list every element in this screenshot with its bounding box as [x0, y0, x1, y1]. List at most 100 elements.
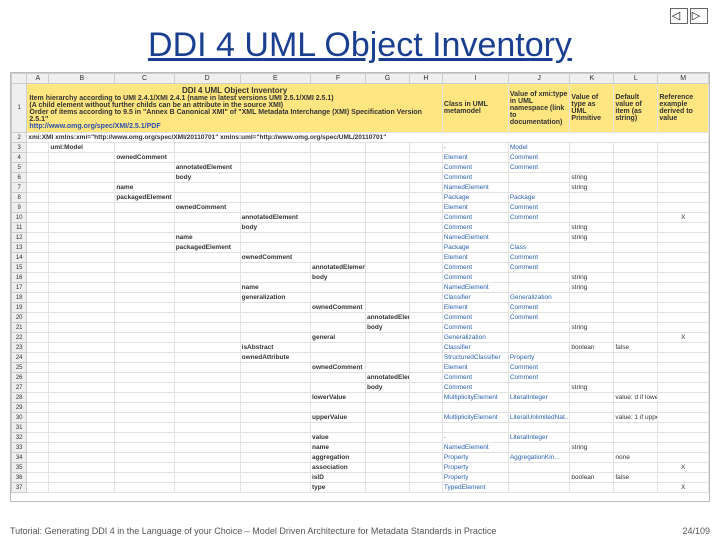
cell[interactable]: [658, 323, 709, 333]
cell[interactable]: [658, 273, 709, 283]
cell[interactable]: [27, 413, 49, 423]
cell[interactable]: [174, 463, 240, 473]
cell[interactable]: [365, 263, 409, 273]
cell[interactable]: [115, 263, 174, 273]
cell[interactable]: [365, 303, 409, 313]
cell[interactable]: [240, 333, 310, 343]
cell[interactable]: [27, 383, 49, 393]
cell[interactable]: [570, 413, 614, 423]
cell[interactable]: [409, 423, 442, 433]
cell[interactable]: [27, 153, 49, 163]
cell[interactable]: [614, 293, 658, 303]
cell[interactable]: annotatedElement: [365, 373, 409, 383]
cell[interactable]: [658, 393, 709, 403]
cell[interactable]: body: [365, 323, 409, 333]
cell[interactable]: ownedComment: [311, 303, 366, 313]
row-number[interactable]: 8: [12, 193, 27, 203]
cell[interactable]: Comment: [508, 303, 570, 313]
cell[interactable]: [311, 313, 366, 323]
col-header[interactable]: D: [174, 74, 240, 84]
cell[interactable]: [27, 173, 49, 183]
cell[interactable]: [311, 203, 366, 213]
cell[interactable]: annotatedElement: [240, 213, 310, 223]
cell[interactable]: [49, 293, 115, 303]
cell[interactable]: [115, 343, 174, 353]
row-number[interactable]: 34: [12, 453, 27, 463]
cell[interactable]: [409, 433, 442, 443]
cell[interactable]: boolean: [570, 473, 614, 483]
cell[interactable]: -: [442, 433, 508, 443]
cell[interactable]: Comment: [442, 263, 508, 273]
cell[interactable]: [570, 163, 614, 173]
row-number[interactable]: 12: [12, 233, 27, 243]
cell[interactable]: Comment: [442, 173, 508, 183]
col-header[interactable]: G: [365, 74, 409, 84]
cell[interactable]: [49, 393, 115, 403]
cell[interactable]: [27, 143, 49, 153]
cell[interactable]: [174, 453, 240, 463]
cell[interactable]: [27, 163, 49, 173]
cell[interactable]: [240, 453, 310, 463]
cell[interactable]: [49, 373, 115, 383]
cell[interactable]: X: [658, 483, 709, 493]
col-header[interactable]: F: [311, 74, 366, 84]
cell[interactable]: [49, 193, 115, 203]
cell[interactable]: [27, 253, 49, 263]
cell[interactable]: [240, 483, 310, 493]
sheet-link[interactable]: http://www.omg.org/spec/XMI/2.5.1/PDF: [29, 123, 440, 130]
cell[interactable]: AggregationKin...: [508, 453, 570, 463]
cell[interactable]: [614, 173, 658, 183]
cell[interactable]: [658, 203, 709, 213]
cell[interactable]: [174, 353, 240, 363]
cell[interactable]: body: [174, 173, 240, 183]
cell[interactable]: [49, 473, 115, 483]
cell[interactable]: [49, 303, 115, 313]
cell[interactable]: [311, 233, 366, 243]
row-number[interactable]: 7: [12, 183, 27, 193]
cell[interactable]: [240, 423, 310, 433]
cell[interactable]: [409, 183, 442, 193]
cell[interactable]: general: [311, 333, 366, 343]
cell[interactable]: [311, 293, 366, 303]
cell[interactable]: [240, 443, 310, 453]
row-number[interactable]: 31: [12, 423, 27, 433]
cell[interactable]: [115, 443, 174, 453]
cell[interactable]: [49, 233, 115, 243]
cell[interactable]: [27, 283, 49, 293]
row-number[interactable]: 9: [12, 203, 27, 213]
cell[interactable]: [365, 273, 409, 283]
cell[interactable]: [570, 313, 614, 323]
cell[interactable]: [614, 323, 658, 333]
cell[interactable]: packagedElement: [115, 193, 174, 203]
cell[interactable]: [27, 363, 49, 373]
cell[interactable]: [365, 363, 409, 373]
cell[interactable]: [311, 193, 366, 203]
cell[interactable]: string: [570, 273, 614, 283]
cell[interactable]: [365, 403, 409, 413]
row-number[interactable]: 23: [12, 343, 27, 353]
cell[interactable]: [409, 233, 442, 243]
row-number[interactable]: 11: [12, 223, 27, 233]
cell[interactable]: [614, 333, 658, 343]
cell[interactable]: [115, 383, 174, 393]
cell[interactable]: [409, 373, 442, 383]
cell[interactable]: [614, 183, 658, 193]
cell[interactable]: [240, 203, 310, 213]
cell[interactable]: [658, 423, 709, 433]
cell[interactable]: [409, 163, 442, 173]
cell[interactable]: [174, 213, 240, 223]
cell[interactable]: [365, 433, 409, 443]
cell[interactable]: [614, 423, 658, 433]
cell[interactable]: [658, 163, 709, 173]
cell[interactable]: [240, 243, 310, 253]
cell[interactable]: [409, 293, 442, 303]
col-header[interactable]: A: [27, 74, 49, 84]
cell[interactable]: packagedElement: [174, 243, 240, 253]
cell[interactable]: association: [311, 463, 366, 473]
cell[interactable]: [49, 453, 115, 463]
cell[interactable]: [409, 253, 442, 263]
cell[interactable]: [365, 253, 409, 263]
cell[interactable]: [115, 313, 174, 323]
col-header[interactable]: H: [409, 74, 442, 84]
cell[interactable]: [174, 343, 240, 353]
